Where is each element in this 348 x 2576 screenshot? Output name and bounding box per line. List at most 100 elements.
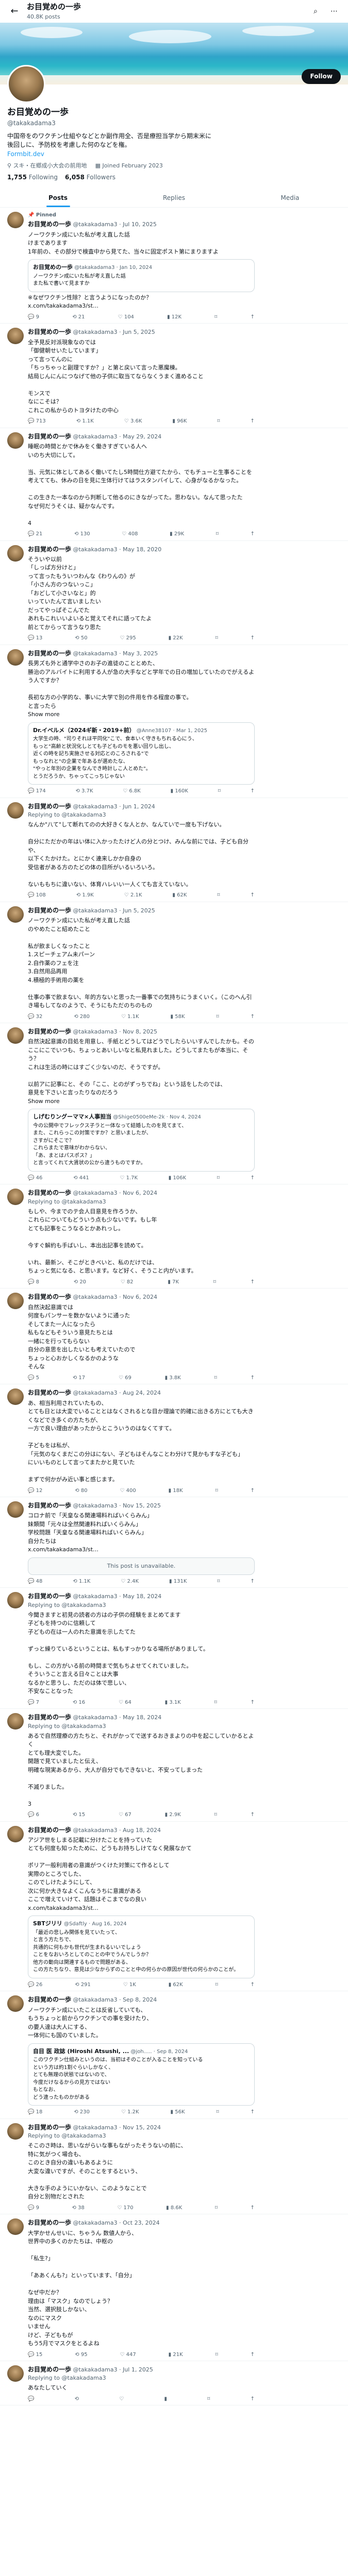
- tweet-avatar[interactable]: [7, 1293, 24, 1310]
- reply-button[interactable]: 💬 713: [28, 418, 46, 426]
- reply-button[interactable]: 💬 46: [28, 1175, 42, 1182]
- tweet[interactable]: お目覚めの一歩 @takakadama3 · Sep 8, 2024 ノーワクチン…: [0, 1991, 348, 2119]
- reply-to[interactable]: Replying to @takakadama3: [28, 1601, 341, 1609]
- repost-button[interactable]: ⟲ 1.1K: [76, 418, 94, 426]
- repost-button[interactable]: ⟲ 80: [75, 1487, 87, 1495]
- tweet[interactable]: お目覚めの一歩 @takakadama3 · Nov 15, 2024 Reply…: [0, 2119, 348, 2215]
- repost-button[interactable]: ⟲ 291: [75, 1981, 91, 1989]
- views-button[interactable]: ▮ 21K: [169, 2351, 183, 2359]
- follow-button[interactable]: Follow: [302, 69, 341, 84]
- tweet[interactable]: お目覚めの一歩 @takakadama3 · Aug 18, 2024 アジア世を…: [0, 1822, 348, 1992]
- like-button[interactable]: ♡ 82: [121, 1279, 134, 1286]
- share-button[interactable]: ↑: [251, 1811, 255, 1819]
- bookmark-button[interactable]: ⌑: [214, 1811, 217, 1819]
- tweet-avatar[interactable]: [7, 1713, 24, 1730]
- reply-button[interactable]: 💬 48: [28, 1578, 42, 1586]
- views-button[interactable]: ▮ 96K: [172, 418, 187, 426]
- tweet-author[interactable]: お目覚めの一歩: [28, 221, 71, 228]
- repost-button[interactable]: ⟲ 16: [73, 1699, 85, 1707]
- bookmark-button[interactable]: ⌑: [216, 635, 218, 642]
- share-button[interactable]: ↑: [251, 892, 255, 900]
- tweet[interactable]: お目覚めの一歩 @takakadama3 · Oct 23, 2024 大学かせん…: [0, 2214, 348, 2362]
- tweet-author[interactable]: お目覚めの一歩: [28, 803, 71, 810]
- tweet-author[interactable]: お目覚めの一歩: [28, 1714, 71, 1721]
- views-button[interactable]: ▮: [164, 2396, 167, 2403]
- bookmark-button[interactable]: ⌑: [217, 418, 220, 426]
- like-button[interactable]: ♡ 67: [119, 1811, 131, 1819]
- tweet-author[interactable]: お目覚めの一歩: [28, 546, 71, 553]
- tweet[interactable]: お目覚めの一歩 @takakadama3 · May 29, 2024 睡眠の時間…: [0, 428, 348, 541]
- views-button[interactable]: ▮ 29K: [170, 531, 184, 538]
- like-button[interactable]: ♡ 170: [117, 2205, 133, 2212]
- share-button[interactable]: ↑: [251, 2109, 255, 2116]
- bookmark-button[interactable]: ⌑: [214, 314, 217, 321]
- reply-button[interactable]: 💬 9: [28, 2205, 39, 2212]
- tab-replies[interactable]: Replies: [116, 189, 232, 207]
- repost-button[interactable]: ⟲: [75, 2396, 79, 2403]
- share-button[interactable]: ↑: [251, 1578, 255, 1586]
- reply-button[interactable]: 💬 26: [28, 1981, 42, 1989]
- bookmark-button[interactable]: ⌑: [214, 1375, 217, 1382]
- tweet[interactable]: お目覚めの一歩 @takakadama3 · Jun 5, 2025 ノーワクチン…: [0, 902, 348, 1024]
- tweet-avatar[interactable]: [7, 1501, 24, 1518]
- bookmark-button[interactable]: ⌑: [213, 1279, 216, 1286]
- like-button[interactable]: ♡ 69: [119, 1375, 131, 1382]
- like-button[interactable]: ♡ 295: [120, 635, 136, 642]
- share-button[interactable]: ↑: [251, 2205, 255, 2212]
- share-button[interactable]: ↑: [251, 531, 255, 538]
- views-button[interactable]: ▮ 131K: [169, 1578, 187, 1586]
- share-button[interactable]: ↑: [251, 2351, 255, 2359]
- reply-button[interactable]: 💬: [28, 2396, 34, 2403]
- reply-button[interactable]: 💬 7: [28, 1699, 39, 1707]
- bookmark-button[interactable]: ⌑: [216, 1013, 219, 1021]
- tweet-avatar[interactable]: [7, 1388, 24, 1405]
- reply-button[interactable]: 💬 6: [28, 1811, 39, 1819]
- reply-button[interactable]: 💬 9: [28, 314, 39, 321]
- tweet[interactable]: お目覚めの一歩 @takakadama3 · Nov 15, 2025 コロナ前で…: [0, 1497, 348, 1588]
- repost-button[interactable]: ⟲ 50: [75, 635, 87, 642]
- bookmark-button[interactable]: ⌑: [207, 2396, 210, 2403]
- reply-to[interactable]: Replying to @takakadama3: [28, 811, 341, 819]
- reply-to[interactable]: Replying to @takakadama3: [28, 2374, 341, 2382]
- tweet-avatar[interactable]: [7, 211, 24, 228]
- bookmark-button[interactable]: ⌑: [217, 1175, 220, 1182]
- tweet[interactable]: お目覚めの一歩 @takakadama3 · Jul 1, 2025 Replyi…: [0, 2361, 348, 2406]
- repost-button[interactable]: ⟲ 38: [72, 2205, 85, 2212]
- repost-button[interactable]: ⟲ 15: [73, 1811, 85, 1819]
- tab-posts[interactable]: Posts: [0, 189, 116, 207]
- tweet-avatar[interactable]: [7, 906, 24, 923]
- share-button[interactable]: ↑: [251, 1279, 255, 1286]
- tweet-author[interactable]: お目覚めの一歩: [28, 2219, 71, 2226]
- tweet-author[interactable]: お目覚めの一歩: [28, 1826, 71, 1834]
- views-button[interactable]: ▮ 12K: [167, 314, 181, 321]
- views-button[interactable]: ▮ 18K: [169, 1487, 183, 1495]
- views-button[interactable]: ▮ 3.8K: [165, 1375, 181, 1382]
- tweet[interactable]: お目覚めの一歩 @takakadama3 · Nov 8, 2025 自然決起意識…: [0, 1023, 348, 1185]
- tweet-avatar[interactable]: [7, 1189, 24, 1206]
- repost-button[interactable]: ⟲ 21: [72, 314, 85, 321]
- views-button[interactable]: ▮ 7K: [168, 1279, 179, 1286]
- like-button[interactable]: ♡ 2.4K: [121, 1578, 139, 1586]
- repost-button[interactable]: ⟲ 17: [73, 1375, 85, 1382]
- share-button[interactable]: ↑: [251, 418, 255, 426]
- reply-button[interactable]: 💬 18: [28, 2109, 42, 2116]
- repost-button[interactable]: ⟲ 95: [75, 2351, 87, 2359]
- tweet[interactable]: お目覚めの一歩 @takakadama3 · May 18, 2024 Reply…: [0, 1709, 348, 1822]
- tweet-avatar[interactable]: [7, 328, 24, 345]
- share-button[interactable]: ↑: [251, 1981, 255, 1989]
- like-button[interactable]: ♡ 1.7K: [120, 1175, 138, 1182]
- like-button[interactable]: ♡ 1.2K: [121, 2109, 139, 2116]
- reply-to[interactable]: Replying to @takakadama3: [28, 2132, 341, 2140]
- share-button[interactable]: ↑: [251, 1487, 255, 1495]
- views-button[interactable]: ▮ 3.1K: [165, 1699, 181, 1707]
- reply-button[interactable]: 💬 13: [28, 635, 42, 642]
- tweet-avatar[interactable]: [7, 1995, 24, 2012]
- like-button[interactable]: ♡ 2.1K: [124, 892, 142, 900]
- like-button[interactable]: ♡ 408: [122, 531, 138, 538]
- bookmark-button[interactable]: ⌑: [216, 1487, 218, 1495]
- bookmark-button[interactable]: ⌑: [214, 1699, 217, 1707]
- reply-button[interactable]: 💬 108: [28, 892, 46, 900]
- search-icon[interactable]: ⌕: [309, 5, 322, 18]
- share-button[interactable]: ↑: [251, 635, 255, 642]
- like-button[interactable]: ♡: [119, 2396, 124, 2403]
